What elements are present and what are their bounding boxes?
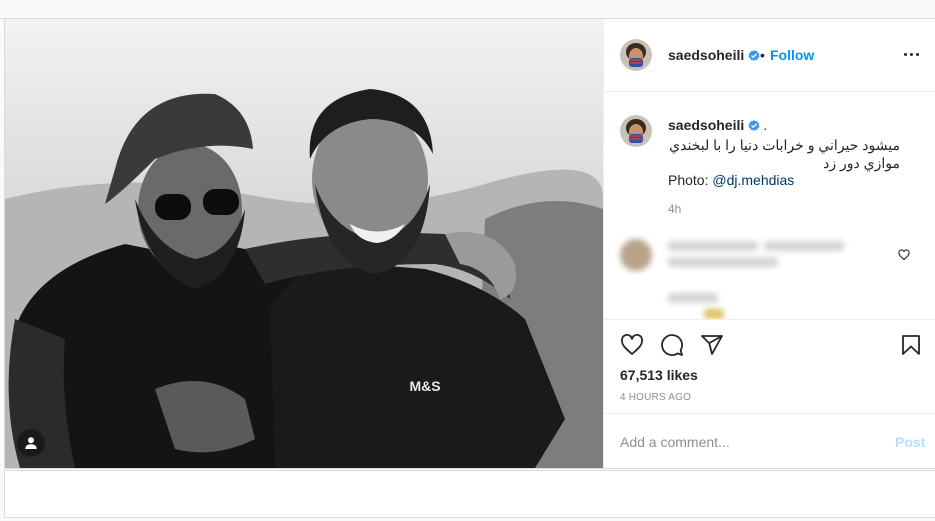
- verified-badge-icon: [748, 50, 760, 61]
- caption-time[interactable]: 4h: [668, 202, 681, 216]
- blurred-text: [668, 293, 718, 303]
- comment-input[interactable]: [620, 432, 880, 452]
- follow-button[interactable]: Follow: [770, 47, 814, 63]
- blurred-text: [764, 241, 844, 251]
- caption-line-1: میشود حیراني و خرابات دنیا را با لبخندي: [669, 137, 900, 153]
- post-timestamp[interactable]: 4 HOURS AGO: [620, 392, 691, 403]
- blurred-text: [704, 309, 724, 319]
- post-card: M&S saedsoheili • Follow saedsoheili . م…: [4, 18, 935, 469]
- photo-credit-link[interactable]: @dj.mehdias: [712, 172, 794, 188]
- blurred-text: [668, 241, 758, 251]
- caption-text: میشود حیراني و خرابات دنیا را با لبخندي …: [634, 136, 900, 172]
- caption-username[interactable]: saedsoheili.: [668, 117, 767, 133]
- post-sidebar: saedsoheili • Follow saedsoheili. میشود …: [603, 19, 935, 468]
- top-bar: [0, 0, 935, 19]
- likes-count[interactable]: 67,513 likes: [620, 367, 698, 383]
- avatar[interactable]: [620, 39, 652, 71]
- next-section: [4, 470, 935, 518]
- post-photo[interactable]: M&S: [5, 19, 603, 468]
- header-separator: •: [760, 47, 765, 63]
- user-tag-button[interactable]: [17, 429, 45, 457]
- blurred-text: [668, 257, 778, 267]
- more-options-icon[interactable]: [904, 53, 920, 57]
- action-bar: 67,513 likes 4 HOURS AGO: [604, 319, 935, 410]
- caption-line-2: موازي دور زد: [823, 155, 900, 171]
- heart-icon[interactable]: [620, 333, 644, 357]
- photo-credit-label: Photo:: [668, 172, 709, 188]
- comment-form: Post: [604, 413, 935, 469]
- comment-icon[interactable]: [660, 333, 684, 357]
- post-photo-image: M&S: [5, 19, 603, 468]
- user-tag-icon: [25, 437, 37, 449]
- share-icon[interactable]: [700, 333, 724, 357]
- verified-badge-icon: [748, 120, 760, 131]
- post-header: saedsoheili • Follow: [604, 19, 935, 92]
- bookmark-icon[interactable]: [899, 333, 923, 357]
- comment-avatar-blurred: [620, 239, 652, 271]
- caption: saedsoheili. میشود حیراني و خرابات دنیا …: [604, 91, 935, 231]
- comment-list: [604, 231, 935, 319]
- shirt-text: M&S: [409, 378, 440, 394]
- caption-dot: .: [763, 117, 768, 133]
- header-username[interactable]: saedsoheili: [668, 47, 760, 63]
- post-comment-button[interactable]: Post: [895, 434, 925, 450]
- comment-like-icon[interactable]: [898, 249, 910, 261]
- photo-credit: Photo: @dj.mehdias: [668, 172, 794, 188]
